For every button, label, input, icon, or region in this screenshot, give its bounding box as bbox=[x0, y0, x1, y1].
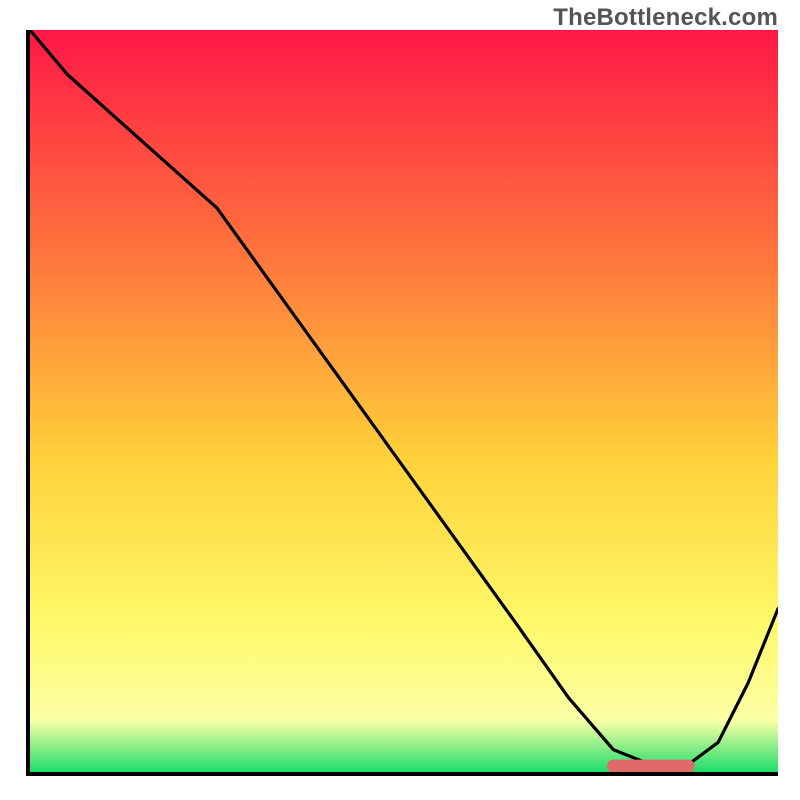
chart-container: TheBottleneck.com bbox=[0, 0, 800, 800]
plot-area bbox=[26, 30, 778, 776]
watermark-text: TheBottleneck.com bbox=[553, 4, 778, 32]
chart-svg bbox=[30, 30, 778, 772]
